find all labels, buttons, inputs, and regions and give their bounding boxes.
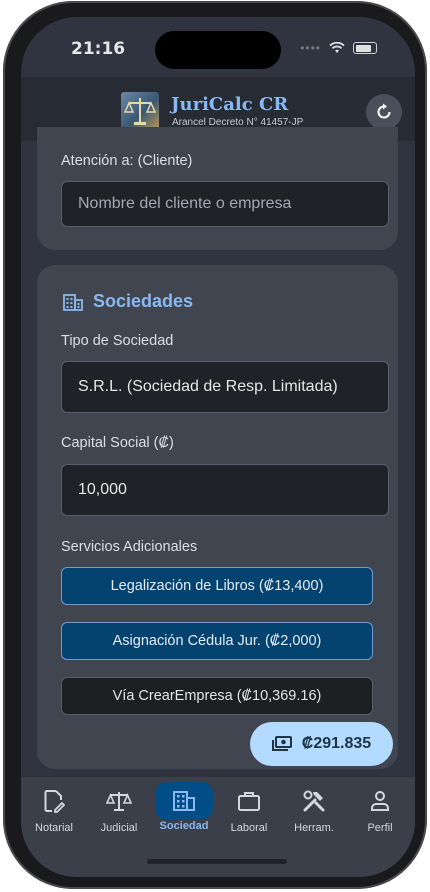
nav-item-notarial[interactable]: Notarial	[22, 785, 86, 834]
service-asignacion-cedula[interactable]: Asignación Cédula Jur. (₡2,000)	[61, 622, 373, 660]
nav-label: Herram.	[294, 822, 334, 834]
capital-social-input[interactable]: 10,000	[61, 464, 389, 516]
building-icon	[63, 294, 83, 311]
home-indicator[interactable]	[147, 859, 287, 864]
nav-label: Perfil	[367, 822, 393, 834]
client-name-placeholder: Nombre del cliente o empresa	[78, 195, 292, 212]
nav-label: Sociedad	[159, 820, 209, 832]
servicios-adicionales-label: Servicios Adicionales	[61, 539, 198, 555]
app-logo	[121, 92, 159, 130]
refresh-icon	[377, 103, 391, 119]
app-screen: 21:16 •••• JuriCalc CR Arancel Decreto N…	[21, 17, 415, 877]
signal-icon: ••••	[300, 41, 321, 55]
tipo-sociedad-select[interactable]: S.R.L. (Sociedad de Resp. Limitada)	[61, 361, 389, 413]
service-label: Legalización de Libros (₡13,400)	[110, 578, 324, 594]
service-legalizacion-libros[interactable]: Legalización de Libros (₡13,400)	[61, 567, 373, 605]
status-time: 21:16	[71, 39, 126, 59]
nav-item-perfil[interactable]: Perfil	[348, 785, 412, 834]
nav-label: Judicial	[100, 822, 138, 834]
briefcase-icon	[238, 792, 260, 811]
nav-item-herramientas[interactable]: Herram.	[282, 785, 346, 834]
service-label: Asignación Cédula Jur. (₡2,000)	[112, 633, 322, 649]
service-label: Vía CrearEmpresa (₡10,369.16)	[112, 688, 322, 704]
sociedades-title: Sociedades	[93, 291, 194, 311]
nav-item-laboral[interactable]: Laboral	[217, 785, 281, 834]
tipo-sociedad-value: S.R.L. (Sociedad de Resp. Limitada)	[78, 378, 338, 395]
capital-social-label: Capital Social (₡)	[61, 435, 174, 451]
nav-item-sociedad[interactable]: Sociedad	[152, 782, 216, 832]
cash-icon	[271, 736, 292, 751]
document-edit-icon	[44, 790, 65, 813]
battery-icon	[353, 42, 377, 54]
phone-frame: 21:16 •••• JuriCalc CR Arancel Decreto N…	[3, 1, 427, 889]
client-name-input[interactable]: Nombre del cliente o empresa	[61, 181, 389, 227]
building-icon	[173, 791, 195, 811]
nav-label: Notarial	[35, 822, 73, 834]
person-icon	[371, 791, 389, 811]
refresh-button[interactable]	[366, 94, 402, 130]
app-title: JuriCalc CR	[171, 94, 289, 115]
client-label: Atención a: (Cliente)	[61, 153, 193, 169]
client-card: Atención a: (Cliente) Nombre del cliente…	[37, 127, 398, 250]
total-amount: ₡291.835	[301, 735, 372, 752]
total-fab-button[interactable]: ₡291.835	[250, 722, 393, 766]
nav-label: Laboral	[230, 822, 268, 834]
tipo-sociedad-label: Tipo de Sociedad	[61, 333, 174, 349]
dynamic-island	[155, 31, 281, 69]
nav-item-judicial[interactable]: Judicial	[87, 785, 151, 834]
scales-logo-icon	[123, 98, 157, 125]
status-icons: ••••	[300, 41, 377, 55]
wifi-icon	[329, 42, 345, 53]
scales-icon	[106, 792, 132, 811]
service-via-crearempresa[interactable]: Vía CrearEmpresa (₡10,369.16)	[61, 677, 373, 715]
tools-icon	[303, 790, 325, 812]
capital-social-value: 10,000	[78, 481, 127, 498]
